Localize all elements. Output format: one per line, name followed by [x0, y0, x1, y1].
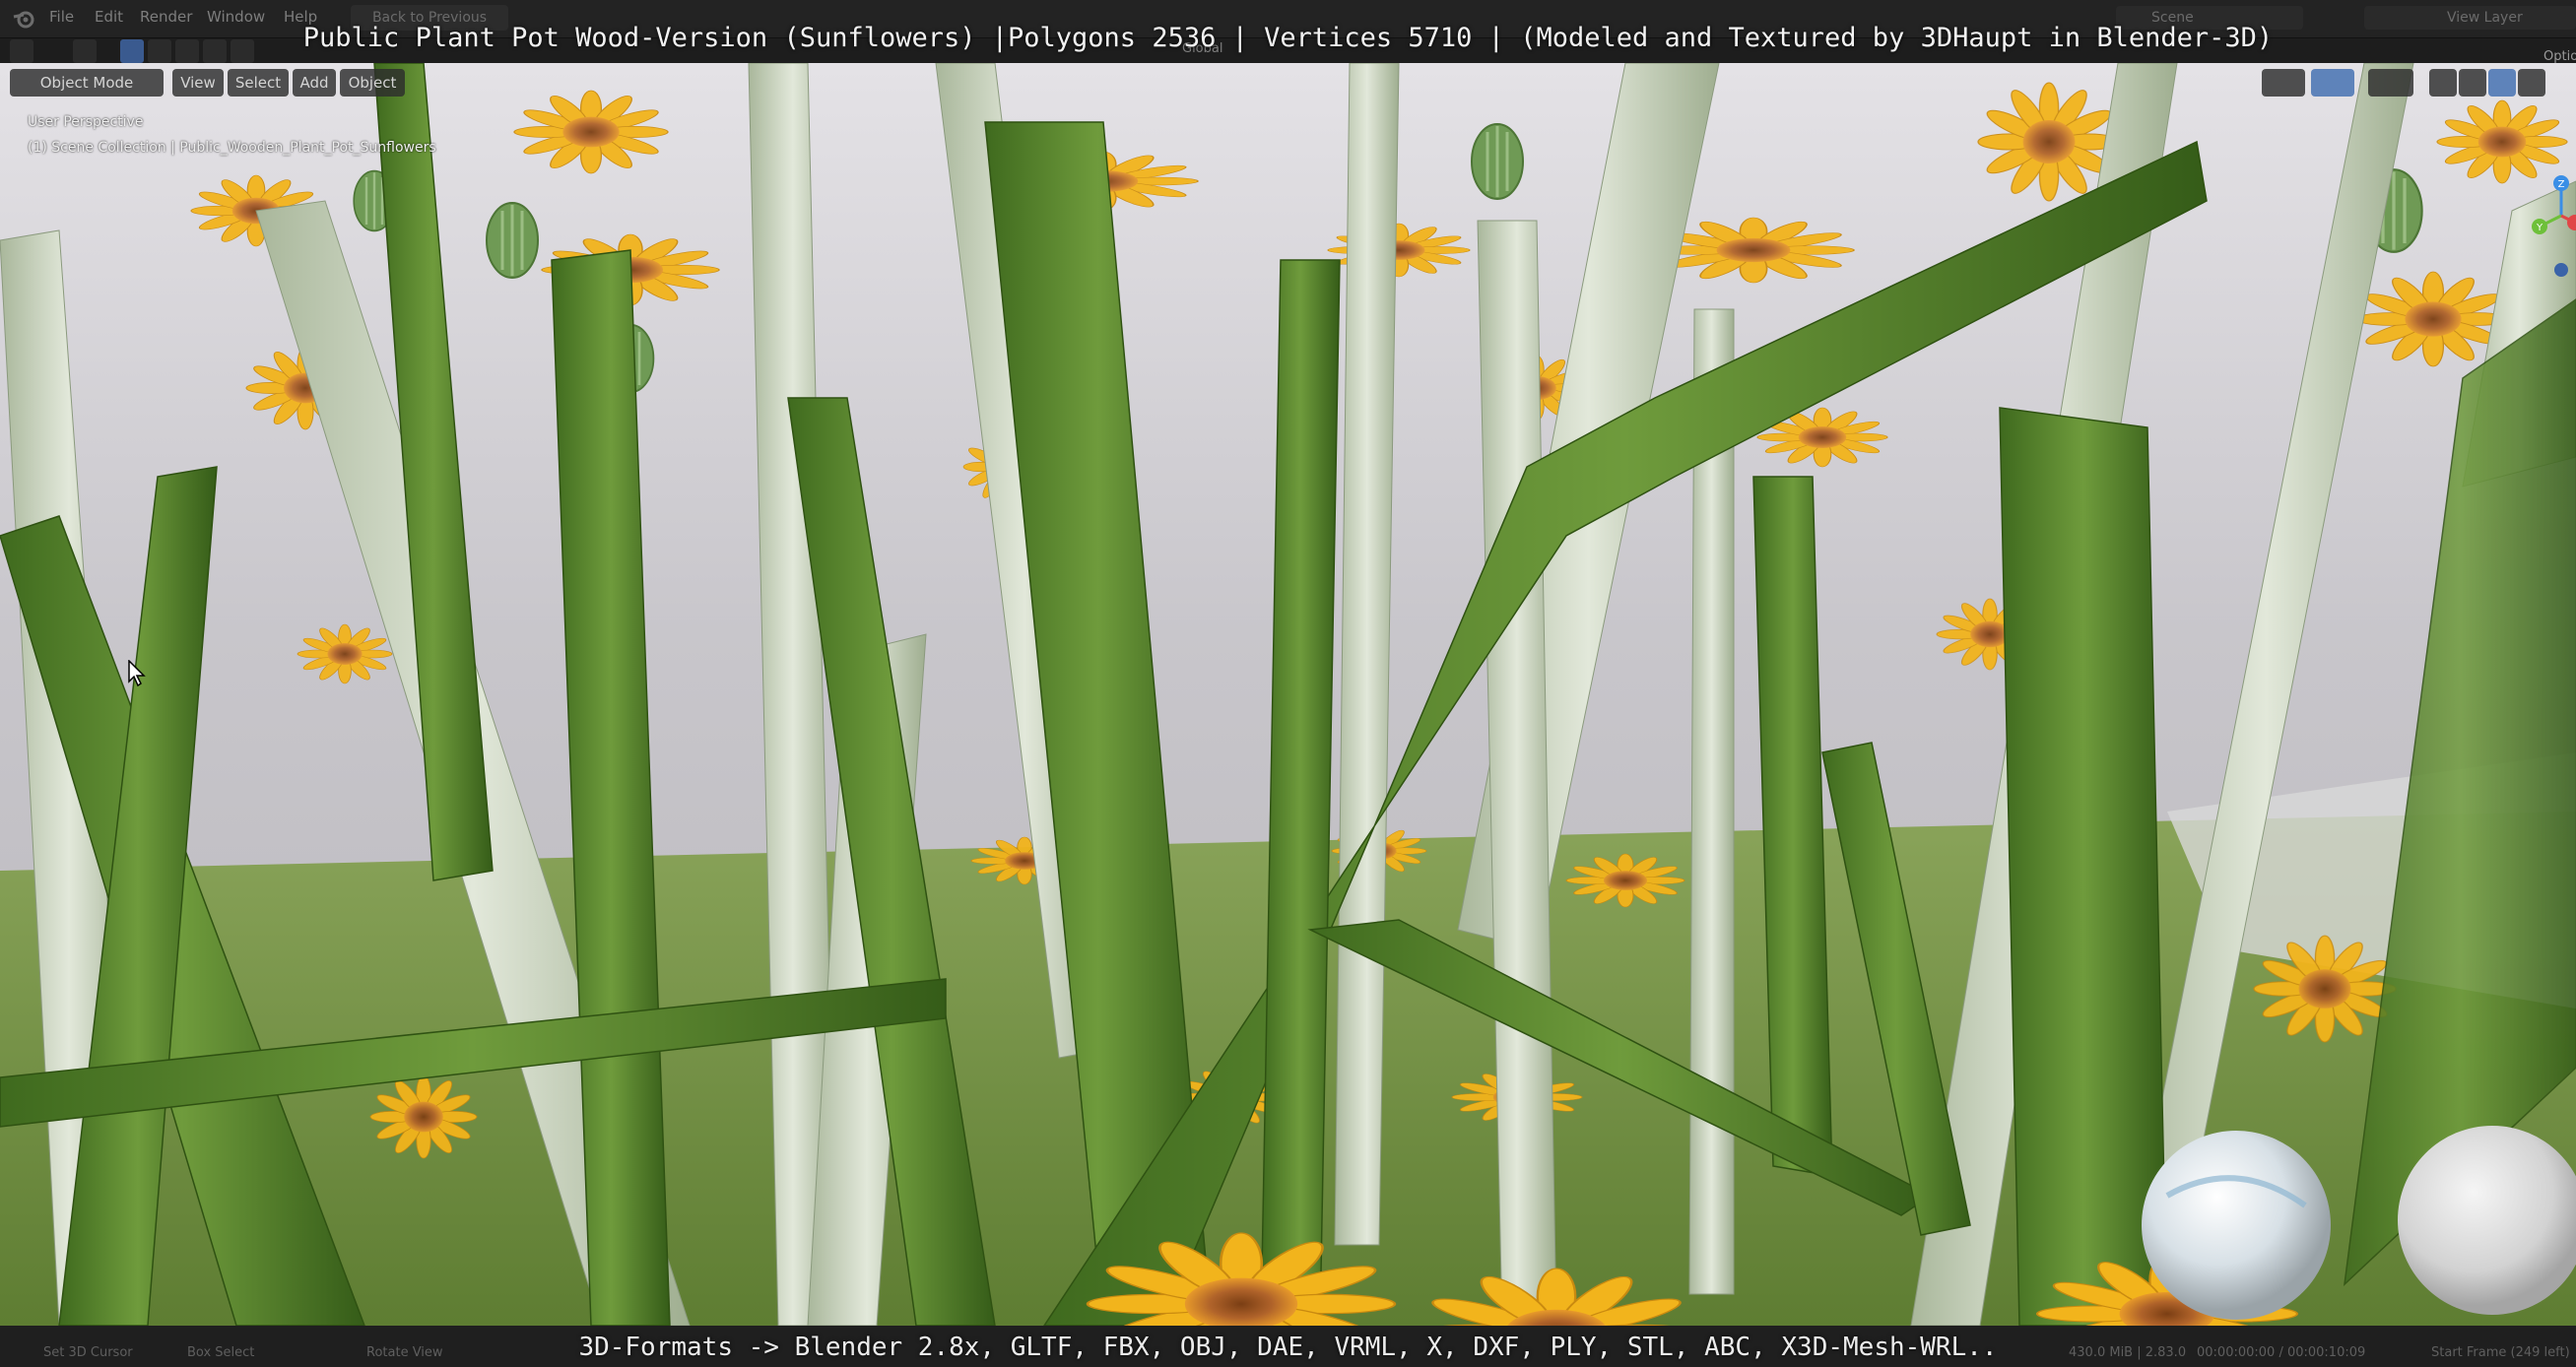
- add-menu[interactable]: Add: [293, 69, 336, 97]
- view-menu[interactable]: View: [172, 69, 224, 97]
- video-title-overlay: Public Plant Pot Wood-Version (Sunflower…: [302, 23, 2274, 53]
- show-gizmo-icon[interactable]: [2262, 69, 2305, 97]
- xray-toggle-icon[interactable]: [2368, 69, 2413, 97]
- formats-overlay: 3D-Formats -> Blender 2.8x, GLTF, FBX, O…: [578, 1333, 1998, 1362]
- 3d-viewport[interactable]: Object Mode View Select Add Object User …: [0, 63, 2576, 1326]
- collection-label: (1) Scene Collection | Public_Wooden_Pla…: [28, 140, 436, 156]
- mouse-cursor-icon: [128, 660, 146, 687]
- object-mode-select[interactable]: Object Mode: [10, 69, 164, 97]
- material-preview-icon[interactable]: [2488, 69, 2516, 97]
- gizmo-y-label: Y: [2536, 223, 2543, 233]
- transform-gizmo-icon[interactable]: Z Y: [2532, 171, 2576, 280]
- select-menu[interactable]: Select: [228, 69, 289, 97]
- solid-shading-icon[interactable]: [2459, 69, 2486, 97]
- sunflower-scene: [0, 63, 2576, 1326]
- overlay-toggle-icon[interactable]: [2311, 69, 2354, 97]
- wireframe-shading-icon[interactable]: [2429, 69, 2457, 97]
- object-menu[interactable]: Object: [340, 69, 405, 97]
- gizmo-z-label: Z: [2558, 179, 2565, 190]
- rendered-shading-icon[interactable]: [2518, 69, 2545, 97]
- perspective-label: User Perspective: [28, 114, 144, 130]
